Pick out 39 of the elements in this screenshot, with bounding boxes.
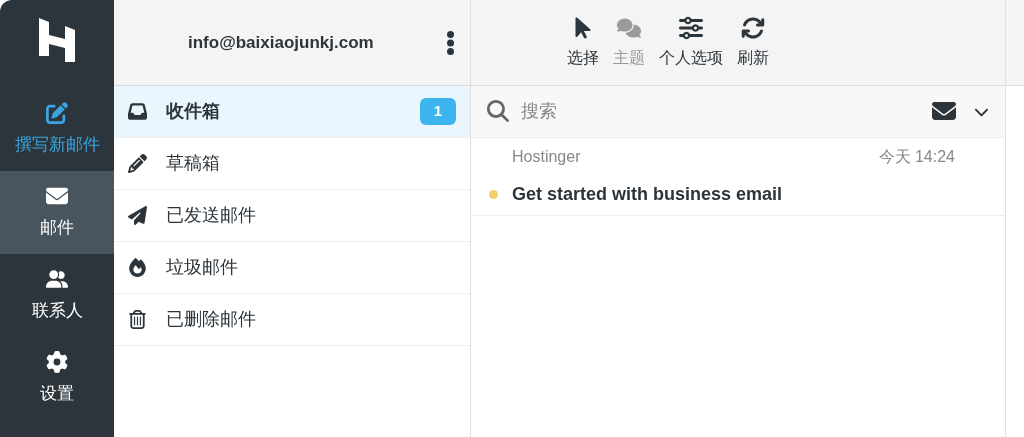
folder-label: 已删除邮件 <box>166 308 257 331</box>
toolbar-button[interactable]: 个人选项 <box>659 15 723 70</box>
account-email: info@baixiaojunkj.com <box>188 31 375 54</box>
settings-icon <box>46 350 68 373</box>
folder-label: 草稿箱 <box>166 152 221 175</box>
inbox-icon <box>128 102 147 121</box>
message-subject: Get started with business email <box>512 183 783 206</box>
nav-item[interactable]: 撰写新邮件 <box>0 88 114 171</box>
people-icon <box>46 267 68 290</box>
message-date: 今天 14:24 <box>878 147 955 167</box>
folder-item[interactable]: 收件箱 1 <box>114 86 470 138</box>
message-sender: Hostinger <box>512 147 582 167</box>
compose-icon <box>46 101 68 124</box>
pencil-icon <box>128 154 147 173</box>
folder-item[interactable]: 已删除邮件 <box>114 294 470 346</box>
paper-plane-icon <box>128 206 147 225</box>
envelope-icon[interactable] <box>932 99 956 123</box>
unread-count: 1 <box>419 98 456 125</box>
nav-item[interactable]: 邮件 <box>0 171 114 254</box>
folder-item[interactable]: 已发送邮件 <box>114 190 470 242</box>
folder-item[interactable]: 草稿箱 <box>114 138 470 190</box>
nav-item[interactable]: 联系人 <box>0 254 114 337</box>
folder-label: 垃圾邮件 <box>166 256 239 279</box>
trash-icon <box>128 310 147 329</box>
sliders-icon <box>679 15 703 40</box>
message-item[interactable]: Hostinger 今天 14:24 Get started with business email <box>471 138 1005 216</box>
toolbar-button[interactable]: 刷新 <box>737 15 769 70</box>
search-icon <box>487 100 509 122</box>
toolbar-button[interactable]: 选择 <box>567 15 599 70</box>
nav-item[interactable]: 设置 <box>0 337 114 420</box>
more-icon <box>447 30 454 55</box>
flame-icon <box>128 258 147 277</box>
folder-item[interactable]: 垃圾邮件 <box>114 242 470 294</box>
folder-label: 已发送邮件 <box>166 204 257 227</box>
logo-icon <box>39 18 75 62</box>
folder-label: 收件箱 <box>166 100 221 123</box>
search-field[interactable]: 搜索 <box>471 86 1005 138</box>
refresh-icon <box>741 15 765 40</box>
speech-bubbles-icon <box>617 15 641 40</box>
